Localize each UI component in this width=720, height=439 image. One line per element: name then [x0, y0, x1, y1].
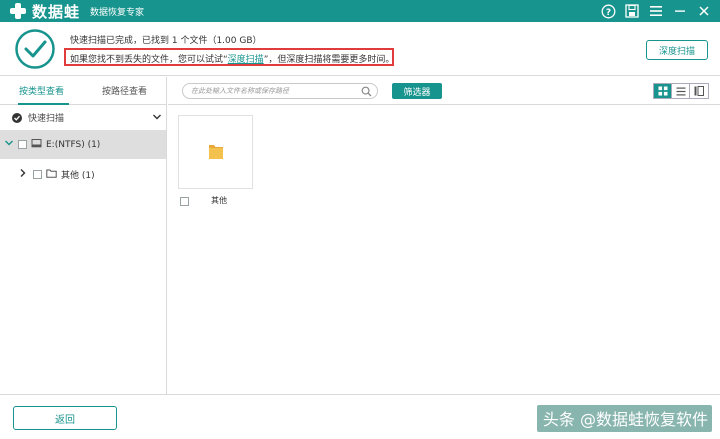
list-view-icon[interactable] — [672, 84, 690, 98]
hint-suffix: ”，但深度扫描将需要更多时间。 — [263, 55, 394, 65]
hint-prefix: 如果您找不到丢失的文件，您可以试试“ — [70, 55, 228, 65]
view-tabs: 按类型查看 按路径查看 — [0, 77, 166, 105]
deep-scan-link[interactable]: 深度扫描 — [228, 55, 264, 64]
search-box[interactable] — [182, 83, 378, 99]
window-controls: ? — [600, 2, 712, 20]
logo-cross-icon — [8, 1, 28, 21]
file-grid: 其他 — [168, 106, 720, 394]
deep-scan-hint: 如果您找不到丢失的文件，您可以试试“深度扫描”，但深度扫描将需要更多时间。 — [64, 48, 394, 66]
filter-button[interactable]: 筛选器 — [392, 83, 442, 99]
chevron-right-icon[interactable] — [19, 168, 27, 181]
back-button[interactable]: 返回 — [13, 406, 117, 430]
title-bar: 数据蛙 数据恢复专家 ? — [0, 0, 720, 22]
deep-scan-button[interactable]: 深度扫描 — [646, 40, 708, 60]
scan-result-text: 快速扫描已完成，已找到 1 个文件（1.00 GB） — [70, 36, 262, 46]
help-icon[interactable]: ? — [600, 3, 616, 19]
content-toolbar: 筛选器 — [168, 77, 720, 105]
view-mode-toggle — [653, 83, 709, 99]
footer: 返回 头条 @数据蛙恢复软件 — [0, 394, 720, 439]
file-tile[interactable] — [178, 115, 253, 189]
drive-checkbox[interactable] — [18, 140, 27, 149]
save-icon[interactable] — [624, 3, 640, 19]
detail-view-icon[interactable] — [690, 84, 708, 98]
tab-by-type[interactable]: 按类型查看 — [0, 77, 83, 105]
folder-outline-icon — [46, 169, 57, 181]
tree-item-drive[interactable]: E:(NTFS) (1) — [0, 130, 166, 159]
svg-text:?: ? — [605, 8, 610, 18]
chevron-down-icon[interactable] — [4, 138, 14, 151]
close-icon[interactable] — [696, 3, 712, 19]
file-tile-label: 其他 — [211, 196, 227, 205]
scan-mode-label: 快速扫描 — [28, 114, 65, 124]
tab-by-path[interactable]: 按路径查看 — [83, 77, 166, 104]
drive-icon — [31, 138, 42, 151]
app-name: 数据蛙 — [32, 2, 81, 21]
scan-status-header: 快速扫描已完成，已找到 1 个文件（1.00 GB） 如果您找不到丢失的文件，您… — [0, 22, 720, 76]
check-dot-icon — [12, 112, 22, 123]
tree-item-folder[interactable]: 其他 (1) — [0, 160, 166, 189]
folder-icon — [208, 142, 224, 163]
app-logo: 数据蛙 — [8, 1, 80, 21]
minimize-icon[interactable] — [672, 3, 688, 19]
check-circle-icon — [14, 28, 56, 70]
menu-icon[interactable] — [648, 3, 664, 19]
app-subtitle: 数据恢复专家 — [90, 8, 145, 18]
sidebar: 按类型查看 按路径查看 快速扫描 E:(NTFS) (1) 其他 (1) — [0, 77, 167, 394]
folder-label: 其他 (1) — [61, 171, 95, 181]
watermark: 头条 @数据蛙恢复软件 — [536, 405, 712, 432]
search-icon[interactable] — [361, 86, 372, 100]
search-input[interactable] — [191, 87, 359, 95]
folder-checkbox[interactable] — [33, 170, 42, 179]
scan-mode-row[interactable]: 快速扫描 — [0, 105, 166, 130]
drive-label: E:(NTFS) (1) — [46, 139, 101, 150]
grid-view-icon[interactable] — [654, 84, 672, 98]
chevron-down-icon[interactable] — [152, 112, 162, 125]
